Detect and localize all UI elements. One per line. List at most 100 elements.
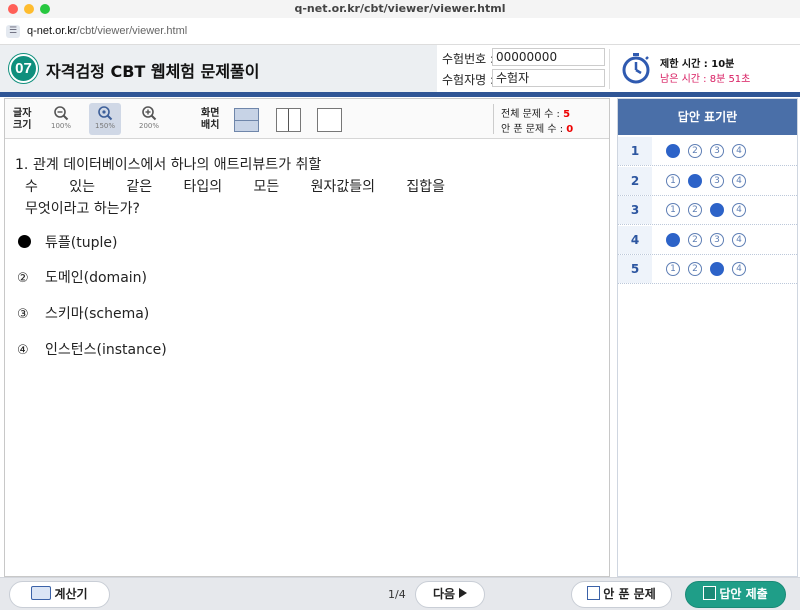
- selected-dot-icon: [18, 235, 31, 248]
- two-column-layout-icon: [288, 109, 289, 131]
- viewer-toolbar: 글자 크기 100% 150% 200% 화면 배치 전체 문제 수: 5 안…: [5, 99, 609, 139]
- question-text: 1. 관계 데이터베이스에서 하나의 애트리뷰트가 취할 수 있는 같은 타입의 …: [15, 154, 445, 220]
- header-divider: [609, 49, 610, 89]
- zoom-100-button[interactable]: 100%: [45, 103, 77, 135]
- answer-row-5: 51234: [618, 255, 797, 284]
- unanswered-questions: 안 푼 문제 수 : 0: [501, 120, 573, 135]
- choice-2-text: 도메인(domain): [45, 270, 147, 286]
- answer-option-1[interactable]: 1: [666, 262, 680, 276]
- choice-4-marker: ④: [17, 343, 29, 358]
- answer-option-4[interactable]: 4: [732, 232, 746, 247]
- zoom-in-icon: [142, 106, 157, 121]
- choice-3[interactable]: ③ 스키마(schema): [17, 304, 149, 324]
- submit-answers-button[interactable]: 답안 제출: [685, 581, 786, 608]
- next-label: 다음: [432, 587, 456, 601]
- answer-option-3[interactable]: 3: [710, 203, 724, 217]
- font-size-label-line1: 글자: [13, 108, 32, 119]
- answer-sheet: 답안 표기란 1123421234312344123451234: [617, 98, 798, 577]
- zoom-200-button[interactable]: 200%: [133, 103, 165, 135]
- time-remaining: 남은 시간 : 8분 51초: [660, 74, 751, 85]
- answer-option-3[interactable]: 3: [710, 232, 724, 247]
- answer-option-4[interactable]: 4: [732, 173, 746, 188]
- page-title: 자격검정 CBT 웹체험 문제풀이: [46, 62, 260, 81]
- answer-option-4[interactable]: 4: [732, 203, 746, 217]
- choice-2-marker: ②: [17, 271, 29, 286]
- next-button[interactable]: 다음: [415, 581, 485, 608]
- calculator-label: 계산기: [54, 587, 88, 601]
- answer-row-3: 31234: [618, 196, 797, 225]
- play-arrow-icon: [459, 588, 468, 598]
- bottom-bar: 계산기 1/4 다음 안 푼 문제 답안 제출: [0, 577, 800, 610]
- question-line-3: 무엇이라고 하는가?: [25, 201, 140, 217]
- zoom-100-label: 100%: [50, 122, 71, 130]
- browser-titlebar: q-net.or.kr/cbt/viewer/viewer.html: [0, 0, 800, 18]
- single-column-layout-button[interactable]: [234, 108, 259, 132]
- exam-number-field: 00000000: [492, 48, 605, 66]
- answer-option-2[interactable]: 2: [688, 232, 702, 247]
- full-page-layout-button[interactable]: [317, 108, 342, 132]
- header-title-area: 07 자격검정 CBT 웹체험 문제풀이: [0, 45, 437, 92]
- unanswered-label: 안 푼 문제 수 :: [501, 124, 564, 135]
- answer-option-2[interactable]: 2: [688, 262, 702, 276]
- number-badge: 07: [9, 54, 38, 83]
- page-indicator: 1/4: [388, 588, 406, 601]
- url-path: /cbt/viewer/viewer.html: [76, 25, 188, 37]
- answer-row-number: 4: [618, 225, 652, 254]
- choice-1[interactable]: 튜플(tuple): [17, 233, 117, 253]
- answer-row-number: 1: [618, 137, 652, 165]
- two-column-layout-button[interactable]: [276, 108, 301, 132]
- url-domain: q-net.or.kr: [27, 25, 77, 37]
- unanswered-value: 0: [566, 124, 574, 135]
- submit-label: 답안 제출: [719, 587, 768, 601]
- question-line-1: 관계 데이터베이스에서 하나의 애트리뷰트가 취할: [33, 157, 322, 173]
- zoom-150-button[interactable]: 150%: [89, 103, 121, 135]
- choice-4-text: 인스턴스(instance): [45, 342, 167, 358]
- zoom-out-icon: [54, 106, 69, 121]
- question-area: 1. 관계 데이터베이스에서 하나의 애트리뷰트가 취할 수 있는 같은 타입의 …: [5, 140, 609, 576]
- answer-option-2[interactable]: 2: [688, 203, 702, 217]
- total-questions-label: 전체 문제 수 :: [501, 109, 560, 120]
- zoom-reset-icon: [98, 106, 113, 121]
- answer-row-number: 5: [618, 255, 652, 283]
- url-text[interactable]: q-net.or.kr/cbt/viewer/viewer.html: [27, 25, 187, 37]
- answer-option-2[interactable]: 2: [688, 173, 702, 188]
- screen-layout-label-line2: 배치: [201, 120, 220, 131]
- choice-3-marker: ③: [17, 307, 29, 322]
- answer-option-3[interactable]: 3: [710, 173, 724, 188]
- calculator-button[interactable]: 계산기: [9, 581, 110, 608]
- exam-header: 07 자격검정 CBT 웹체험 문제풀이 수험번호 : 00000000 수험자…: [0, 45, 800, 92]
- site-settings-icon[interactable]: ☰: [6, 25, 20, 38]
- header-accent-bar: [0, 92, 800, 97]
- zoom-200-label: 200%: [138, 122, 159, 130]
- examinee-name-field: 수험자: [492, 69, 605, 87]
- screen-layout-label: 화면 배치: [201, 108, 219, 132]
- choice-1-text: 튜플(tuple): [45, 235, 118, 251]
- answer-row-2: 21234: [618, 166, 797, 196]
- answer-option-1[interactable]: 1: [666, 144, 680, 158]
- answer-option-4[interactable]: 4: [732, 144, 746, 158]
- choice-3-text: 스키마(schema): [45, 306, 150, 322]
- unanswered-questions-button[interactable]: 안 푼 문제: [571, 581, 672, 608]
- exam-number-label: 수험번호 :: [442, 52, 495, 66]
- answer-option-4[interactable]: 4: [732, 262, 746, 276]
- calculator-icon: [31, 586, 52, 600]
- total-questions: 전체 문제 수 : 5: [501, 105, 570, 120]
- answer-option-3[interactable]: 3: [710, 262, 724, 276]
- answer-option-1[interactable]: 1: [666, 203, 680, 217]
- single-column-layout-icon: [235, 120, 258, 121]
- address-bar[interactable]: ☰ q-net.or.kr/cbt/viewer/viewer.html: [0, 18, 800, 45]
- answer-option-1[interactable]: 1: [666, 173, 680, 188]
- answer-option-3[interactable]: 3: [710, 144, 724, 158]
- answer-option-1[interactable]: 1: [666, 232, 680, 247]
- choice-4[interactable]: ④ 인스턴스(instance): [17, 340, 167, 360]
- edit-note-icon: [587, 586, 601, 600]
- choice-2[interactable]: ② 도메인(domain): [17, 268, 147, 288]
- answer-option-2[interactable]: 2: [688, 144, 702, 158]
- answer-row-number: 2: [618, 166, 652, 195]
- screen-layout-label-line1: 화면: [201, 108, 220, 119]
- question-line-2: 수 있는 같은 타입의 모든 원자값들의 집합을: [25, 179, 445, 195]
- answer-row-4: 41234: [618, 225, 797, 255]
- time-limit: 제한 시간 : 10분: [660, 59, 735, 70]
- stopwatch-icon: [622, 53, 650, 84]
- examinee-name-label: 수험자명 :: [442, 73, 495, 87]
